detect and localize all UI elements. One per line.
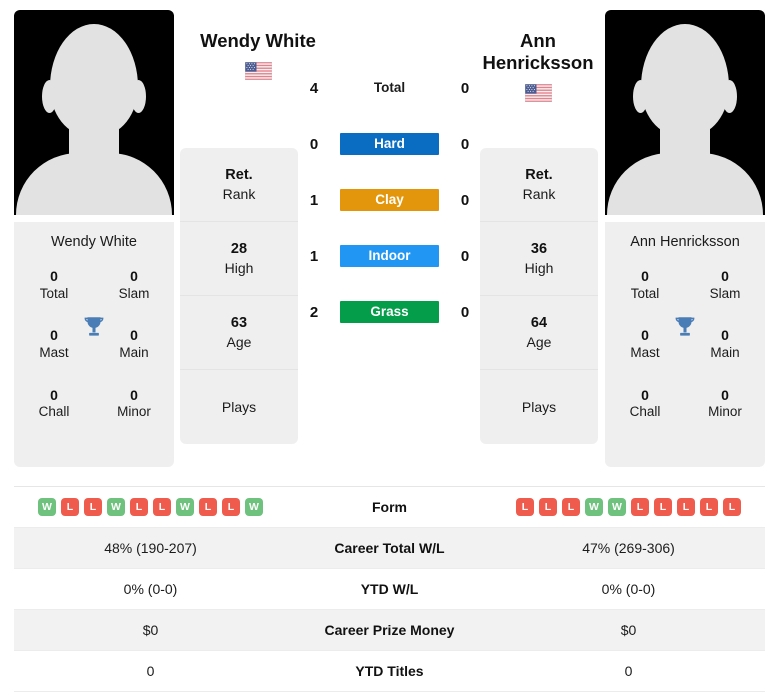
surface-score-left: 1 (309, 191, 319, 209)
player-photo-right (605, 10, 765, 215)
row-label: YTD W/L (360, 581, 419, 597)
form-badge-loss[interactable]: L (562, 498, 580, 516)
surface-row-indoor: 1 Indoor 0 (303, 228, 476, 284)
form-badge-loss[interactable]: L (199, 498, 217, 516)
form-badge-loss[interactable]: L (516, 498, 534, 516)
form-badge-win[interactable]: W (107, 498, 125, 516)
stat-high-left: 28 High (180, 222, 298, 296)
title-stat: 0 Slam (118, 268, 150, 301)
surface-row-total: 4 Total 0 (303, 60, 476, 116)
surface-row-clay: 1 Clay 0 (303, 172, 476, 228)
us-flag-icon (524, 84, 552, 103)
form-badge-loss[interactable]: L (700, 498, 718, 516)
form-badge-win[interactable]: W (585, 498, 603, 516)
surface-label-grass[interactable]: Grass (340, 301, 439, 323)
form-badge-loss[interactable]: L (677, 498, 695, 516)
form-badge-loss[interactable]: L (84, 498, 102, 516)
form-badge-loss[interactable]: L (723, 498, 741, 516)
form-badge-win[interactable]: W (245, 498, 263, 516)
surface-score-right: 0 (460, 303, 470, 321)
comparison-table: WLLWLLWLLW Form LLLWWLLLLL 48% (190-207)… (14, 486, 765, 692)
player-stats-stack-left: Ret. Rank 28 High 63 Age Plays (180, 148, 298, 444)
form-right: LLLWWLLLLL (492, 498, 765, 516)
surface-breakdown: 4 Total 0 0 Hard 0 1 Clay 0 1 Indoor 0 2… (303, 60, 476, 340)
table-row-career-total-wl: 48% (190-207) Career Total W/L 47% (269-… (14, 528, 765, 569)
player-stats-stack-right: Ret. Rank 36 High 64 Age Plays (480, 148, 598, 444)
trophy-icon (675, 317, 695, 336)
player-caption-right: Ann Henricksson (630, 234, 740, 250)
table-row-ytd-titles: 0 YTD Titles 0 (14, 651, 765, 692)
titles-grid-right: 0 Total 0 Slam 0 Mast 0 Main 0 Chall 0 M… (605, 268, 765, 421)
surface-score-left: 1 (309, 247, 319, 265)
trophy-icon (84, 317, 104, 336)
row-label-form: Form (372, 499, 407, 515)
value-right: 47% (269-306) (582, 540, 675, 556)
title-stat: 0 Minor (708, 386, 742, 420)
title-stat: 0 Total (630, 268, 660, 301)
surface-row-hard: 0 Hard 0 (303, 116, 476, 172)
player-photo-left (14, 10, 174, 215)
table-row-ytd-wl: 0% (0-0) YTD W/L 0% (0-0) (14, 569, 765, 610)
value-left: 0 (146, 663, 155, 679)
value-right: 0 (624, 663, 633, 679)
head-to-head-comparison: Wendy White 0 Total 0 Slam 0 Mast 0 Main… (0, 0, 779, 478)
row-label: YTD Titles (355, 663, 424, 679)
form-left: WLLWLLWLLW (14, 498, 287, 516)
surface-label-hard[interactable]: Hard (340, 133, 439, 155)
player-name-right-line2: Henricksson (482, 52, 594, 74)
value-left: $0 (142, 622, 159, 638)
value-left: 0% (0-0) (123, 581, 178, 597)
player-silhouette-icon (605, 10, 765, 215)
stat-plays-left: Plays (221, 398, 257, 415)
form-badge-loss[interactable]: L (222, 498, 240, 516)
stat-rank-right: Ret. Rank (480, 148, 598, 222)
form-badge-win[interactable]: W (38, 498, 56, 516)
surface-score-left: 4 (309, 79, 319, 97)
row-label: Career Total W/L (334, 540, 445, 556)
stat-high-right: 36 High (480, 222, 598, 296)
form-badge-loss[interactable]: L (153, 498, 171, 516)
surface-score-right: 0 (460, 79, 470, 97)
player-titles-panel-left: Wendy White 0 Total 0 Slam 0 Mast 0 Main… (14, 222, 174, 467)
form-badge-loss[interactable]: L (539, 498, 557, 516)
surface-score-right: 0 (460, 135, 470, 153)
surface-row-grass: 2 Grass 0 (303, 284, 476, 340)
table-row-form: WLLWLLWLLW Form LLLWWLLLLL (14, 487, 765, 528)
value-right: $0 (620, 622, 637, 638)
form-badge-loss[interactable]: L (61, 498, 79, 516)
stat-age-left: 63 Age (180, 296, 298, 370)
player-caption-left: Wendy White (51, 234, 137, 250)
surface-label-total: Total (373, 80, 406, 95)
form-badge-win[interactable]: W (608, 498, 626, 516)
row-label: Career Prize Money (324, 622, 455, 638)
stat-rank-left: Ret. Rank (180, 148, 298, 222)
form-badge-loss[interactable]: L (654, 498, 672, 516)
surface-label-clay[interactable]: Clay (340, 189, 439, 211)
table-row-career-prize-money: $0 Career Prize Money $0 (14, 610, 765, 651)
form-badge-loss[interactable]: L (130, 498, 148, 516)
title-stat: 0 Chall (38, 386, 70, 420)
surface-score-right: 0 (460, 247, 470, 265)
form-badge-win[interactable]: W (176, 498, 194, 516)
titles-grid-left: 0 Total 0 Slam 0 Mast 0 Main 0 Chall 0 M… (14, 268, 174, 421)
player-silhouette-icon (14, 10, 174, 215)
surface-score-left: 2 (309, 303, 319, 321)
stat-plays-right: Plays (521, 398, 557, 415)
surface-score-left: 0 (309, 135, 319, 153)
us-flag-icon (244, 62, 272, 81)
value-left: 48% (190-207) (104, 540, 197, 556)
value-right: 0% (0-0) (601, 581, 656, 597)
player-name-right-line1: Ann (520, 30, 556, 51)
title-stat: 0 Slam (709, 268, 741, 301)
surface-label-indoor[interactable]: Indoor (340, 245, 439, 267)
title-stat: 0 Minor (117, 386, 151, 420)
player-titles-panel-right: Ann Henricksson 0 Total 0 Slam 0 Mast 0 … (605, 222, 765, 467)
title-stat: 0 Chall (629, 386, 661, 420)
title-stat: 0 Total (39, 268, 69, 301)
stat-age-right: 64 Age (480, 296, 598, 370)
player-header-right: Ann Henricksson (458, 30, 618, 103)
form-badge-loss[interactable]: L (631, 498, 649, 516)
player-name-left: Wendy White (200, 30, 316, 51)
surface-score-right: 0 (460, 191, 470, 209)
